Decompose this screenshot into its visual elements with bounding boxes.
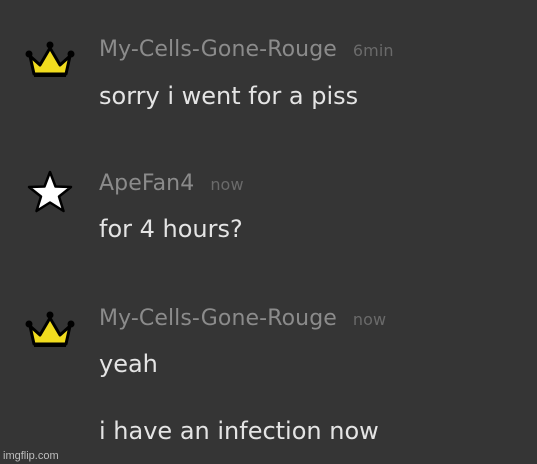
watermark: imgflip.com bbox=[3, 450, 59, 462]
message-text: for 4 hours? bbox=[99, 215, 243, 243]
message-username[interactable]: My-Cells-Gone-Rouge now bbox=[99, 306, 386, 331]
message-username[interactable]: ApeFan4 now bbox=[99, 171, 244, 196]
crown-icon bbox=[22, 304, 78, 350]
message-username[interactable]: My-Cells-Gone-Rouge 6min bbox=[99, 37, 394, 62]
star-icon bbox=[22, 168, 78, 214]
crown-icon bbox=[22, 34, 78, 80]
message-text: sorry i went for a piss bbox=[99, 82, 359, 110]
message-timestamp: 6min bbox=[352, 41, 394, 60]
message-timestamp: now bbox=[352, 310, 387, 329]
message-timestamp: now bbox=[210, 175, 244, 194]
message-text: i have an infection now bbox=[99, 417, 379, 445]
message-text: yeah bbox=[99, 350, 158, 378]
